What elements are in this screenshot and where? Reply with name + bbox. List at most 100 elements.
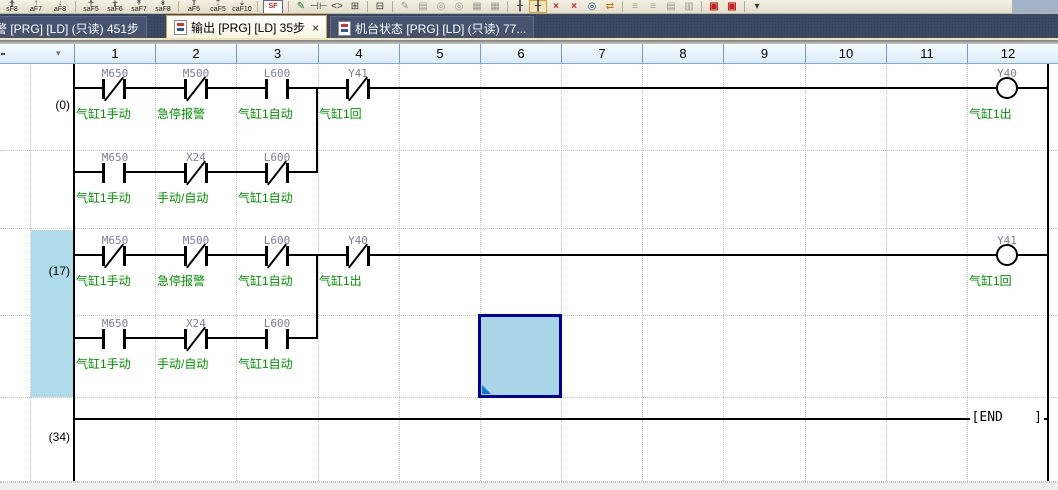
contact-Y40[interactable]: [340, 246, 376, 266]
column-header-6[interactable]: 6: [480, 44, 561, 63]
toolbar-key-saf5-button[interactable]: ╀saF5: [79, 0, 103, 13]
column-header-10[interactable]: 10: [805, 44, 886, 63]
comment-display-icon: ▤: [666, 0, 675, 13]
toolbar-key-saf8-button[interactable]: ↡saF8: [151, 0, 175, 13]
contact-L600[interactable]: [259, 79, 295, 99]
sf-icon: SF: [269, 3, 278, 10]
delete-vertical-line-button[interactable]: ×: [547, 0, 565, 13]
ladder-edit-area[interactable]: (0) (17) (34) M650 M500 L600 Y41 Y40 气缸1…: [0, 64, 1058, 482]
inline-st-box-button[interactable]: SF: [263, 0, 283, 14]
insert-open-branch-button[interactable]: ⊣⊢: [310, 0, 328, 13]
close-icon[interactable]: ×: [312, 22, 319, 34]
contact-M650[interactable]: [96, 246, 132, 266]
chevron-down-icon: ▾: [754, 0, 759, 13]
coil-Y40[interactable]: [996, 77, 1018, 99]
device-comment: 急停报警: [157, 275, 237, 288]
toolbar-overflow-button[interactable]: ▾: [748, 0, 766, 13]
contact-M500[interactable]: [178, 79, 214, 99]
selection-cursor-cell[interactable]: [478, 314, 562, 398]
contact-X24[interactable]: [178, 163, 214, 183]
toolbar-key-af5-button[interactable]: ⇑aF5: [182, 0, 206, 13]
find-coil-button[interactable]: ◎: [450, 0, 468, 13]
contact-branch-icon: ⊣⊢: [310, 0, 327, 13]
contact-X24[interactable]: [178, 329, 214, 349]
toolbar-key-caf5-button[interactable]: ⇡caF5: [206, 0, 230, 13]
contact-M650[interactable]: [96, 79, 132, 99]
column-header-12[interactable]: 12: [967, 44, 1048, 63]
vertical-line-icon: ╂: [535, 0, 541, 13]
column-header-3[interactable]: 3: [236, 44, 318, 63]
insert-row-button[interactable]: ⊞: [346, 0, 364, 13]
toolbar-key-af8-button[interactable]: ↓aF8: [48, 0, 72, 13]
find-contact-button[interactable]: ◎: [432, 0, 450, 13]
grid-line: [0, 228, 1058, 229]
write-protect-button[interactable]: ▣: [723, 0, 741, 13]
align-right-button[interactable]: ≡: [644, 0, 662, 13]
contact-L600[interactable]: [259, 163, 295, 183]
draw-vertical-line-button[interactable]: ╂: [511, 0, 529, 13]
toolbar-key-saf6-button[interactable]: ╁saF6: [103, 0, 127, 13]
column-header-4[interactable]: 4: [318, 44, 399, 63]
tab-machine-status-program[interactable]: 机台状态 [PRG] [LD] (只读) 77...: [330, 16, 534, 39]
bottom-strip: [0, 482, 1058, 490]
insert-close-branch-button[interactable]: <>: [328, 0, 346, 13]
comment-display-button[interactable]: ▤: [662, 0, 680, 13]
column-header-2[interactable]: 2: [155, 44, 236, 63]
header-filter-dropdown-icon[interactable]: ▾: [56, 48, 61, 58]
column-header-5[interactable]: 5: [399, 44, 480, 63]
statement-display-icon: ▥: [684, 0, 693, 13]
coil-Y41[interactable]: [996, 244, 1018, 266]
statement-edit-button[interactable]: ▤: [414, 0, 432, 13]
ladder-symbol-toolbar: ╂sF8 ↑aF7 ↓aF8 ╀saF5 ╁saF6 ↟saF7 ↡saF8 ⇑…: [0, 0, 1058, 14]
align-left-button[interactable]: ≡: [626, 0, 644, 13]
find-device-button[interactable]: ◎: [583, 0, 601, 13]
column-header-11[interactable]: 11: [886, 44, 967, 63]
lock-icon: ▣: [709, 0, 718, 13]
replace-device-button[interactable]: ⇄: [601, 0, 619, 13]
device-comment: 手动/自动: [157, 192, 237, 205]
device-comment: 气缸1出: [969, 108, 1049, 121]
tab-output-program[interactable]: 输出 [PRG] [LD] 35步 ×: [166, 15, 327, 39]
lock-icon: ▣: [727, 0, 736, 13]
toolbar-key-saf7-button[interactable]: ↟saF7: [127, 0, 151, 13]
device-test-2-button[interactable]: ▦: [486, 0, 504, 13]
key-label: saF8: [155, 6, 171, 13]
tab-label: 报警 [PRG] [LD] (只读) 451步: [0, 20, 139, 37]
header-corner-cell[interactable]: ▾: [0, 44, 74, 63]
column-header-7[interactable]: 7: [561, 44, 642, 63]
column-header-8[interactable]: 8: [642, 44, 723, 63]
toolbar-key-caf10-button[interactable]: ⇣caF10: [230, 0, 254, 13]
column-header-9[interactable]: 9: [723, 44, 805, 63]
read-protect-button[interactable]: ▣: [705, 0, 723, 13]
selected-rung-gutter-highlight: [31, 230, 73, 397]
toolbar-right-filler: [1012, 0, 1058, 14]
pencil-icon: ✎: [297, 0, 305, 13]
contact-M650[interactable]: [96, 163, 132, 183]
align-icon: ≡: [632, 0, 638, 13]
rung-step-number: (0): [28, 98, 70, 112]
end-instruction[interactable]: [END ]: [950, 410, 1044, 425]
align-icon: ≡: [650, 0, 656, 13]
tab-alarm-program[interactable]: 报警 [PRG] [LD] (只读) 451步: [0, 16, 147, 39]
edit-disabled-button[interactable]: ✎: [396, 0, 414, 13]
delete-horizontal-line-button[interactable]: ×: [565, 0, 583, 13]
tab-label: 机台状态 [PRG] [LD] (只读) 77...: [355, 20, 526, 37]
contact-L600[interactable]: [259, 329, 295, 349]
magnifier-icon: ◎: [588, 0, 597, 13]
toolbar-key-sf8-button[interactable]: ╂sF8: [0, 0, 24, 13]
toolbar-separator: [507, 1, 508, 12]
ladder-edit-button[interactable]: ✎: [292, 0, 310, 13]
device-test-button[interactable]: ▦: [468, 0, 486, 13]
toolbar-key-af7-button[interactable]: ↑aF7: [24, 0, 48, 13]
contact-M500[interactable]: [178, 246, 214, 266]
contact-L600[interactable]: [259, 246, 295, 266]
delete-row-button[interactable]: ⊟: [371, 0, 389, 13]
contact-M650[interactable]: [96, 329, 132, 349]
column-header-1[interactable]: 1: [74, 44, 155, 63]
contact-Y41[interactable]: [340, 79, 376, 99]
key-label: caF5: [210, 6, 226, 13]
key-label: saF6: [107, 6, 123, 13]
statement-display-button[interactable]: ▥: [680, 0, 698, 13]
draw-vertical-line-alt-button[interactable]: ╂: [529, 0, 547, 13]
key-label: aF8: [54, 6, 66, 13]
